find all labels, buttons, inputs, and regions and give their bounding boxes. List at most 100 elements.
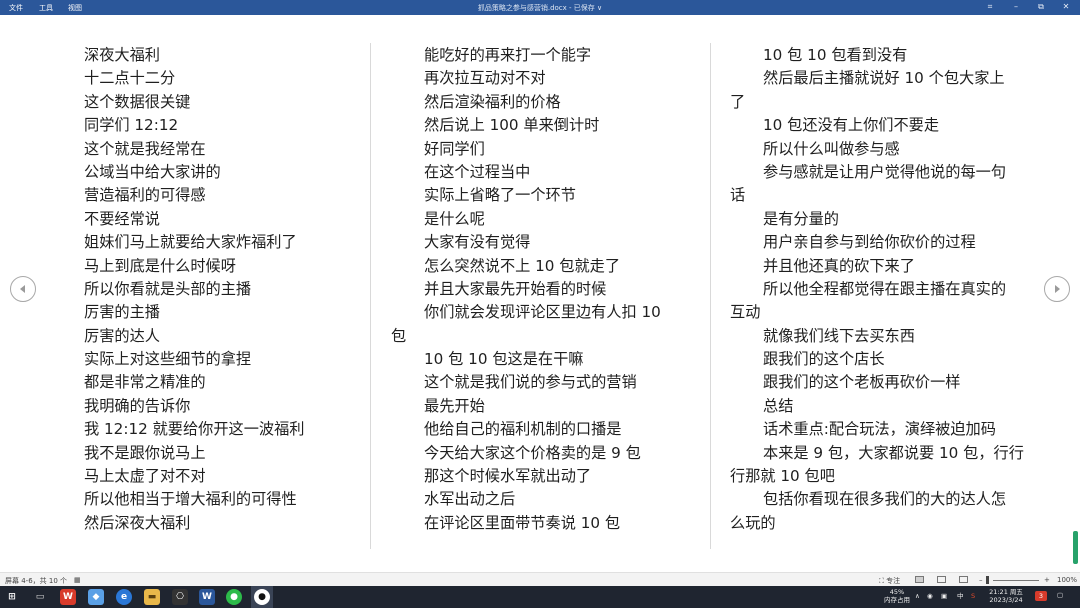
text-line: 实际上对这些细节的拿捏 [84, 350, 252, 369]
text-line: 好同学们 [424, 139, 485, 158]
text-line: 10 包 10 包这是在干嘛 [424, 350, 584, 369]
zoom-out-button[interactable]: – [979, 576, 983, 584]
text-line: 能吃好的再来打一个能字 [424, 46, 592, 64]
text-line: 水军出动之后 [424, 490, 516, 509]
app-icon[interactable]: ◆ [88, 589, 104, 605]
text-line: 再次拉互动对不对 [424, 69, 546, 88]
status-bar: 屏幕 4-6，共 10 个 ▦ ⛶ 专注 – + 100% [0, 572, 1080, 587]
text-line: 总结 [763, 396, 794, 415]
qq-icon[interactable]: ● [254, 589, 270, 605]
text-line: 本来是 9 包，大家都说要 10 包，行行 [763, 443, 1024, 462]
tray-expand-icon[interactable]: ∧ [915, 592, 920, 600]
text-line: 所以他相当于增大福利的可得性 [84, 490, 297, 509]
text-line: 你们就会发现评论区里边有人扣 10 [424, 303, 661, 322]
word-icon[interactable]: W [199, 589, 215, 605]
text-line: 包括你看现在很多我们的大的达人怎 [763, 490, 1006, 509]
text-line: 这个数据很关键 [84, 92, 191, 111]
text-column-1: 深夜大福利 十二点十二分 这个数据很关键 同学们 12:12 这个就是我经常在 公域当中给… [84, 44, 305, 535]
text-line: 然后渲染福利的价格 [424, 92, 561, 111]
text-line: 这个就是我们说的参与式的营销 [424, 373, 637, 392]
document-title[interactable]: 抓品策略之参与感营销.docx - 已保存 ∨ [0, 3, 1080, 13]
text-line: 十二点十二分 [84, 69, 176, 88]
text-line: 然后说上 100 单来倒计时 [424, 116, 600, 135]
previous-page-button[interactable] [10, 276, 36, 302]
layout-icon[interactable]: ▦ [74, 576, 81, 584]
pin-icon[interactable]: ⌗ [983, 1, 997, 13]
text-column-2: 能吃好的再来打一个能字 再次拉互动对不对 然后渲染福利的价格然后说上 100 单来倒… [391, 44, 661, 535]
text-column-3: 10 包 10 包看到没有 然后最后主播就说好 10 个包大家上了 10 包还没有上… [730, 44, 1024, 535]
column-divider [710, 43, 711, 549]
chevron-left-icon [20, 285, 25, 293]
text-line-wrap: 包 [391, 326, 407, 345]
text-line: 深夜大福利 [84, 46, 160, 64]
browser-icon[interactable]: e [116, 589, 132, 605]
next-page-button[interactable] [1044, 276, 1070, 302]
text-line-wrap: 了 [730, 92, 746, 111]
text-line: 这个就是我经常在 [84, 139, 206, 158]
text-line: 不要经常说 [84, 209, 160, 228]
task-view-icon[interactable]: ▭ [32, 589, 48, 605]
text-line: 他给自己的福利机制的口播是 [424, 420, 622, 439]
text-line: 话术重点:配合玩法，演绎被迫加码 [763, 420, 996, 439]
text-line: 那这个时候水军就出动了 [424, 467, 592, 486]
print-view-icon[interactable] [937, 576, 946, 583]
text-line: 都是非常之精准的 [84, 373, 206, 392]
text-line: 我不是跟你说马上 [84, 443, 206, 462]
column-divider [370, 43, 371, 549]
action-center-icon[interactable]: ▢ [1057, 591, 1063, 599]
text-line: 所以他全程都觉得在跟主播在真实的 [763, 279, 1006, 298]
text-line-wrap: 互动 [730, 303, 761, 322]
text-line: 营造福利的可得感 [84, 186, 206, 205]
text-line: 马上太虚了对不对 [84, 467, 206, 486]
zoom-slider[interactable] [993, 580, 1039, 581]
page-info[interactable]: 屏幕 4-6，共 10 个 [5, 576, 67, 586]
memory-label: 内存占用 [884, 596, 910, 604]
zoom-level[interactable]: 100% [1057, 576, 1077, 584]
web-view-icon[interactable] [959, 576, 968, 583]
folder-icon[interactable]: ▬ [144, 589, 160, 605]
text-line: 今天给大家这个价格卖的是 9 包 [424, 443, 641, 462]
text-line-wrap: 行那就 10 包吧 [730, 467, 835, 486]
text-line: 我明确的告诉你 [84, 396, 191, 415]
text-line: 最先开始 [424, 396, 485, 415]
terminal-icon[interactable]: ⎔ [172, 589, 188, 605]
text-line: 并且大家最先开始看的时候 [424, 279, 607, 298]
close-button[interactable]: ✕ [1059, 1, 1073, 13]
text-line: 实际上省略了一个环节 [424, 186, 576, 205]
scroll-position-indicator[interactable] [1073, 531, 1078, 564]
tray-app-icon[interactable]: S [971, 592, 975, 600]
zoom-slider-handle[interactable] [986, 576, 989, 584]
chevron-right-icon [1055, 285, 1060, 293]
windows-start-icon[interactable]: ⊞ [4, 589, 20, 605]
restore-button[interactable]: ⧉ [1034, 1, 1048, 13]
wps-icon[interactable]: W [60, 589, 76, 605]
document-page[interactable]: 深夜大福利 十二点十二分 这个数据很关键 同学们 12:12 这个就是我经常在 公域当中给… [0, 15, 1080, 572]
text-line: 在这个过程当中 [424, 162, 531, 181]
minimize-button[interactable]: – [1009, 1, 1023, 13]
zoom-in-button[interactable]: + [1044, 576, 1050, 584]
text-line: 用户亲自参与到给你砍价的过程 [763, 233, 976, 252]
text-line: 厉害的达人 [84, 326, 160, 345]
text-line: 所以什么叫做参与感 [763, 139, 900, 158]
text-line: 所以你看就是头部的主播 [84, 279, 252, 298]
tray-app-icon[interactable]: ◉ [927, 592, 933, 600]
text-line: 怎么突然说不上 10 包就走了 [424, 256, 621, 275]
focus-mode-button[interactable]: ⛶ 专注 [879, 576, 900, 586]
text-line: 同学们 12:12 [84, 116, 179, 135]
text-line: 参与感就是让用户觉得他说的每一句 [763, 162, 1006, 181]
text-line: 然后深夜大福利 [84, 513, 191, 532]
memory-usage[interactable]: 45% 内存占用 [884, 588, 910, 604]
text-line: 姐妹们马上就要给大家炸福利了 [84, 233, 297, 252]
text-line-wrap: 话 [730, 186, 746, 205]
text-line: 是什么呢 [424, 209, 485, 228]
clock[interactable]: 21:21 周五 2023/3/24 [986, 588, 1026, 604]
notification-badge[interactable]: 3 [1035, 591, 1047, 601]
ime-indicator[interactable]: 中 [957, 592, 964, 600]
tray-app-icon[interactable]: ▣ [941, 592, 947, 600]
text-line: 是有分量的 [763, 209, 839, 228]
wechat-icon[interactable]: ● [226, 589, 242, 605]
text-line: 跟我们的这个店长 [763, 350, 885, 369]
clock-date: 2023/3/24 [989, 596, 1023, 604]
text-line: 10 包 10 包看到没有 [763, 46, 908, 64]
read-view-icon[interactable] [915, 576, 924, 583]
